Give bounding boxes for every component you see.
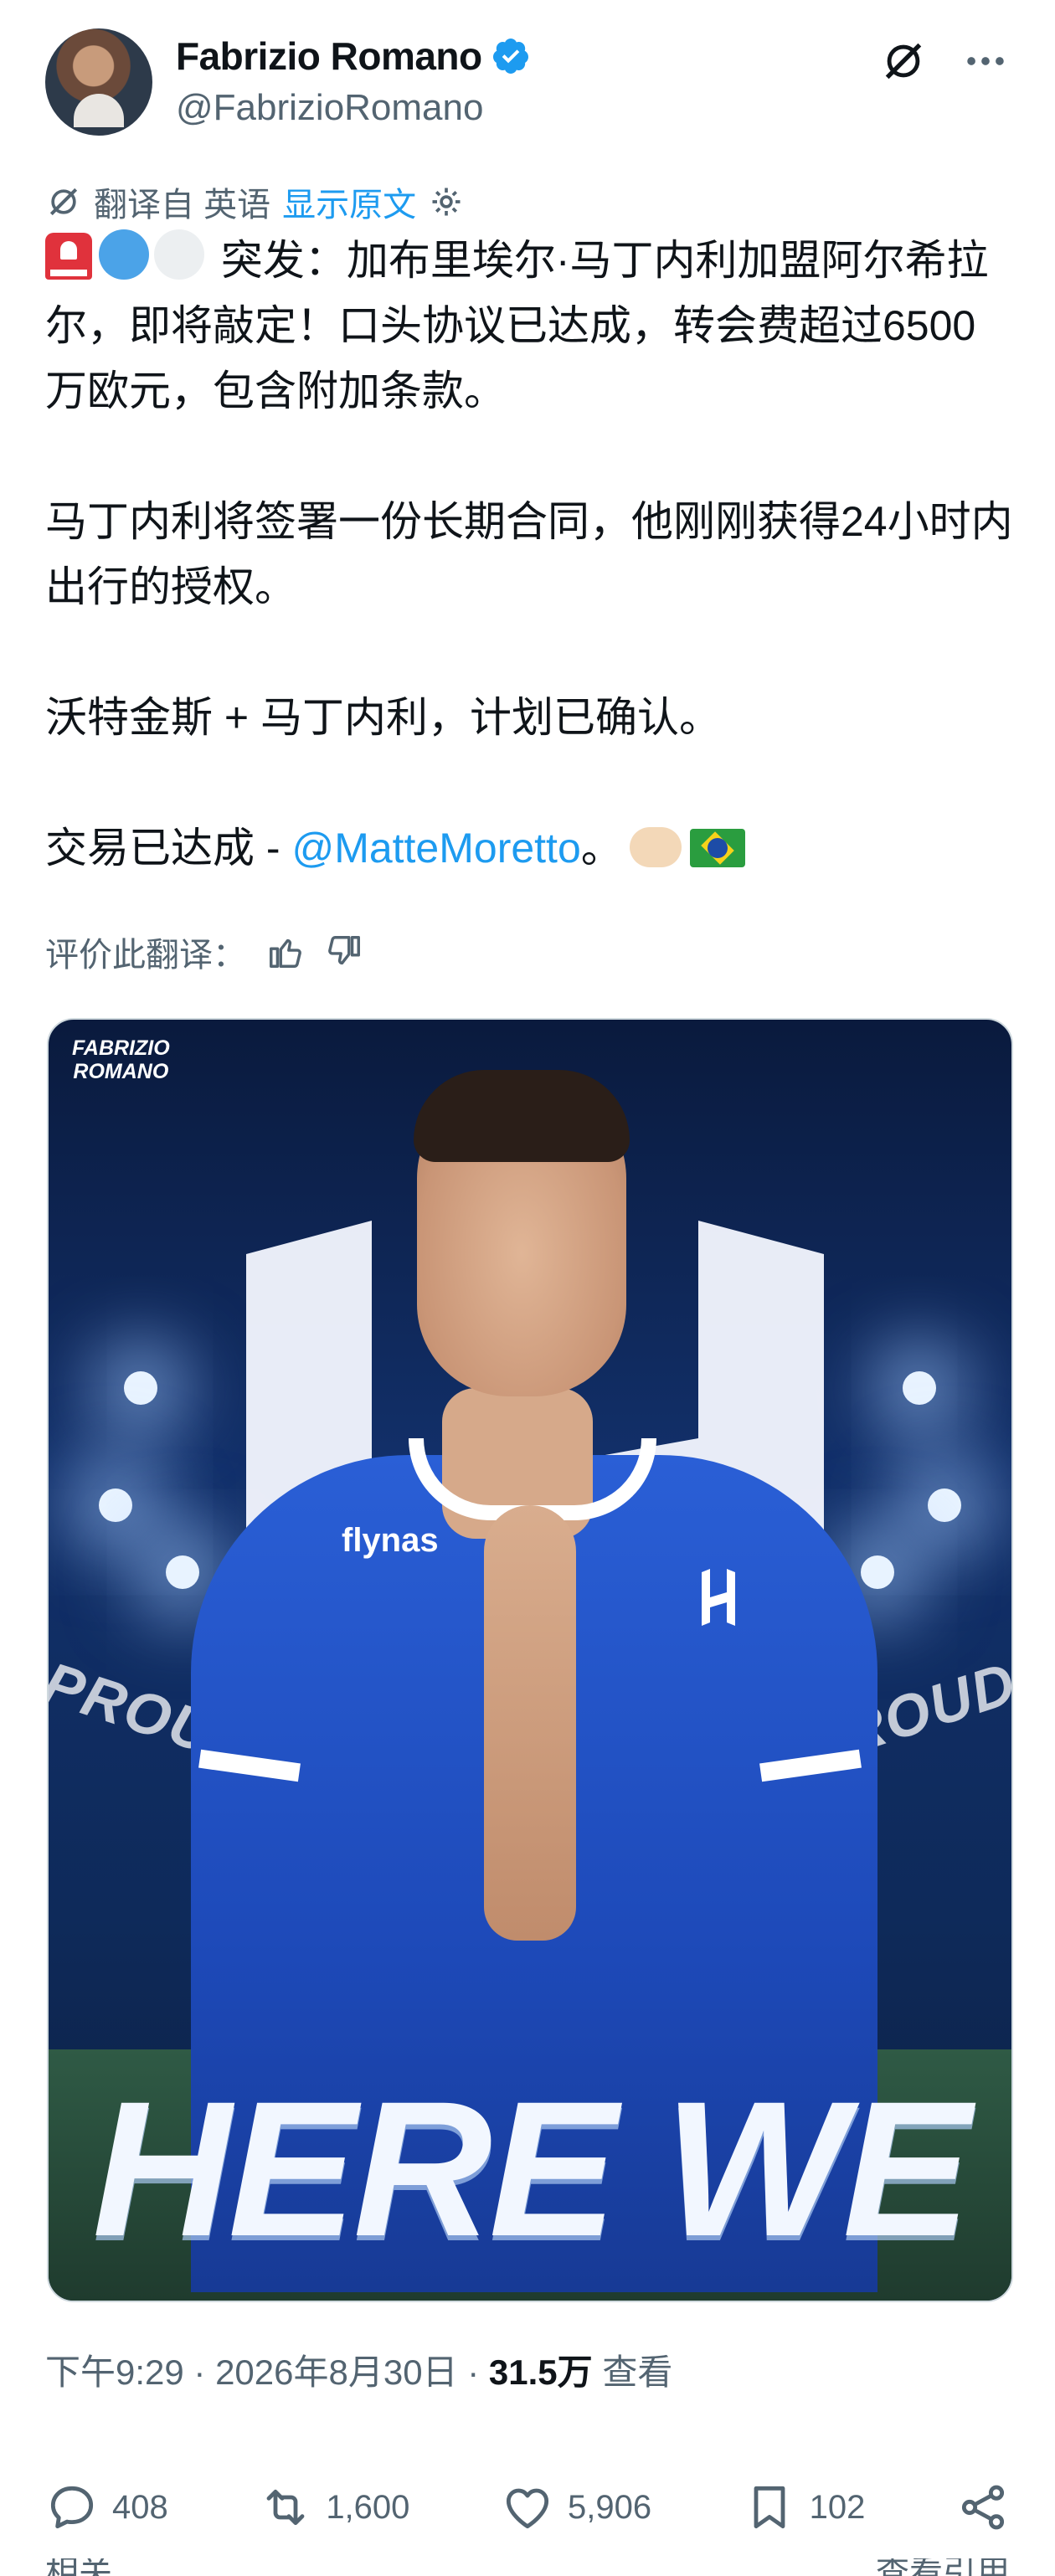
header-actions — [879, 37, 1010, 85]
author-name-row: Fabrizio Romano — [176, 33, 531, 79]
tweet-paragraph-1: 突发：加布里埃尔·马丁内利加盟阿尔希拉尔，即将敲定！口头协议已达成，转会费超过6… — [45, 228, 1016, 424]
share-button[interactable] — [956, 2481, 1010, 2534]
bookmark-icon — [754, 2486, 785, 2529]
stadium-light — [928, 1489, 961, 1522]
avatar[interactable] — [45, 28, 152, 136]
blue-circle-emoji-icon — [99, 229, 149, 280]
translated-from-label: 翻译自 英语 — [94, 187, 271, 224]
rate-translation-row: 评价此翻译： — [45, 928, 363, 976]
jersey-sponsor: flynas — [342, 1522, 439, 1559]
player-hands — [484, 1505, 576, 1941]
more-icon[interactable] — [961, 37, 1010, 85]
tweet-meta: 下午9:29 · 2026年8月30日 · 31.5万 查看 — [45, 2344, 672, 2395]
reply-icon — [50, 2486, 94, 2529]
bookmark-count: 102 — [809, 2488, 866, 2526]
bottom-links-partial: 相关 查看引用 — [45, 2558, 1010, 2576]
stadium-light — [124, 1371, 157, 1405]
like-button[interactable]: 5,906 — [501, 2481, 651, 2534]
stadium-light — [903, 1371, 936, 1405]
tweet-time[interactable]: 下午9:29 — [45, 2352, 184, 2392]
tweet-text: 突发：加布里埃尔·马丁内利加盟阿尔希拉尔，即将敲定！口头协议已达成，转会费超过6… — [45, 228, 1016, 881]
reply-button[interactable]: 408 — [45, 2481, 168, 2534]
club-crest-icon — [702, 1569, 735, 1626]
meta-separator: · — [193, 2352, 216, 2392]
display-name[interactable]: Fabrizio Romano — [176, 33, 482, 79]
tweet-date[interactable]: 2026年8月30日 — [215, 2352, 458, 2392]
views-label: 查看 — [602, 2352, 673, 2392]
repost-count: 1,600 — [326, 2488, 410, 2526]
reply-count: 408 — [112, 2488, 168, 2526]
mention-link[interactable]: @MatteMoretto — [291, 825, 580, 872]
meta-separator: · — [467, 2352, 489, 2392]
stadium-light — [99, 1489, 132, 1522]
brand-line-2: ROMANO — [73, 1060, 169, 1083]
author-handle[interactable]: @FabrizioRomano — [176, 87, 483, 129]
stadium-light — [861, 1555, 894, 1589]
brand-line-1: FABRIZIO — [72, 1036, 170, 1060]
tweet-paragraph-3: 沃特金斯 + 马丁内利，计划已确认。 — [45, 694, 721, 741]
brazil-flag-emoji-icon — [689, 829, 745, 867]
tweet-p4-suffix: 。 — [580, 825, 623, 872]
grok-translate-icon — [49, 188, 78, 216]
tweet-p4-prefix: 交易已达成 - — [45, 825, 292, 872]
repost-icon — [266, 2489, 305, 2526]
player-hair — [414, 1070, 630, 1162]
views-count: 31.5万 — [488, 2352, 593, 2392]
thumbs-down-icon[interactable] — [325, 933, 363, 971]
translation-notice: 翻译自 英语 显示原文 — [45, 177, 465, 226]
tweet-action-bar: 408 1,600 5,906 102 — [45, 2461, 1010, 2553]
tweet-paragraph-4: 交易已达成 - @MatteMoretto。 — [45, 815, 1016, 881]
view-quotes-link[interactable]: 查看引用 — [876, 2558, 1010, 2576]
translation-settings-gear-icon[interactable] — [428, 183, 465, 220]
repost-button[interactable]: 1,600 — [259, 2481, 409, 2534]
tweet-image[interactable]: FABRIZIO ROMANO PROUD PROUD flynas HERE … — [47, 1018, 1013, 2302]
white-circle-emoji-icon — [154, 229, 204, 280]
show-original-link[interactable]: 显示原文 — [282, 177, 416, 226]
stadium-light — [166, 1555, 199, 1589]
share-icon — [961, 2485, 1005, 2530]
here-we-go-headline: HERE WE GO — [92, 2061, 970, 2301]
heart-icon — [506, 2488, 549, 2529]
verified-badge-icon — [492, 39, 528, 74]
grok-icon[interactable] — [879, 37, 928, 85]
like-count: 5,906 — [567, 2488, 652, 2526]
bookmark-button[interactable]: 102 — [743, 2481, 866, 2534]
siren-emoji-icon — [45, 233, 92, 280]
thumbs-up-icon[interactable] — [266, 933, 305, 971]
related-link[interactable]: 相关 — [45, 2558, 112, 2576]
image-brand-watermark: FABRIZIO ROMANO — [72, 1036, 170, 1083]
handshake-emoji-icon — [629, 827, 682, 867]
tweet-paragraph-2: 马丁内利将签署一份长期合同，他刚刚获得24小时内出行的授权。 — [45, 498, 1013, 610]
rate-translation-label: 评价此翻译： — [45, 937, 246, 974]
tweet-header: Fabrizio Romano @FabrizioRomano — [45, 25, 1010, 142]
